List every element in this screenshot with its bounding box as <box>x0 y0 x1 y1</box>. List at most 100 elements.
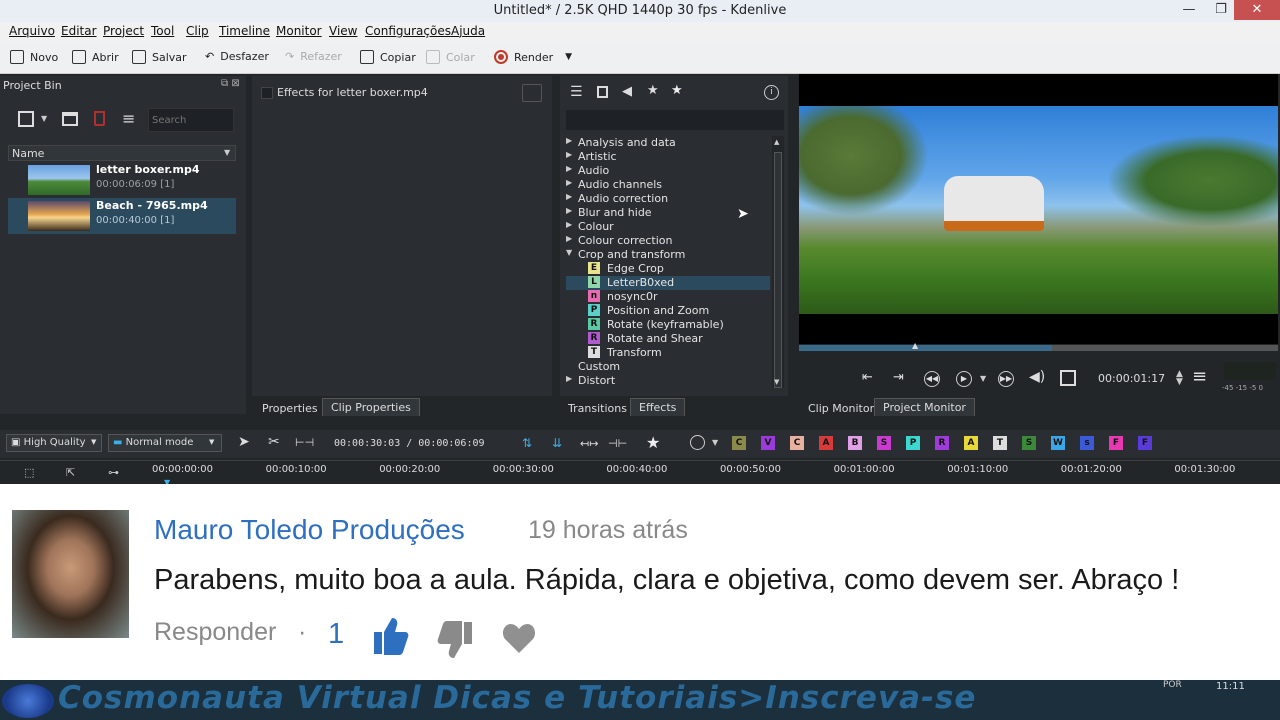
desfazer-button[interactable]: ↶ Desfazer <box>205 50 269 63</box>
menu-arquivo[interactable]: Arquivo <box>9 24 55 38</box>
zoom-fit-icon[interactable]: ⬚ <box>24 466 34 479</box>
effect-tag-icon[interactable]: W <box>1051 436 1065 450</box>
start-orb-icon[interactable] <box>2 684 54 718</box>
bin-clip-row-selected[interactable]: Beach - 7965.mp4 00:00:40:00 [1] <box>8 198 236 234</box>
effect-tag-icon[interactable]: A <box>819 436 833 450</box>
language-indicator[interactable]: POR <box>1163 680 1182 690</box>
quality-select[interactable]: ▣ High Quality ▼ <box>6 434 102 452</box>
expand-icon[interactable]: ▶ <box>566 192 572 201</box>
expand-icon[interactable]: ▶ <box>566 150 572 159</box>
float-close-icons[interactable]: ⧉ ⊠ <box>221 78 240 89</box>
expand-icon[interactable]: ▶ <box>566 164 572 173</box>
effect-category-expanded[interactable]: ▼ Crop and transform <box>566 248 770 262</box>
effect-item[interactable]: n nosync0r <box>566 290 770 304</box>
effect-tag-icon[interactable]: A <box>964 436 978 450</box>
effect-tag-icon[interactable]: R <box>935 436 949 450</box>
scroll-down-icon[interactable]: ▼ <box>774 378 779 386</box>
thumbs-down-icon[interactable] <box>436 620 474 660</box>
play-icon[interactable]: ▶ <box>956 371 972 387</box>
close-button[interactable]: ✕ <box>1234 0 1280 20</box>
menu-monitor[interactable]: Monitor <box>276 24 322 38</box>
favorite-effect-icon[interactable]: ★ <box>646 433 660 452</box>
heart-icon[interactable] <box>502 622 536 654</box>
novo-button[interactable]: Novo <box>10 50 58 64</box>
clock[interactable]: 11:11 <box>1216 681 1245 692</box>
extract-icon[interactable]: ↤↦ <box>580 437 598 450</box>
effect-category[interactable]: ▶ Audio channels <box>566 178 770 192</box>
effect-category[interactable]: ▶ Artistic <box>566 150 770 164</box>
effects-search-input[interactable] <box>566 110 784 130</box>
effect-tag-icon[interactable]: S <box>877 436 891 450</box>
insert-icon[interactable]: ⇅ <box>522 436 532 450</box>
fullscreen-icon[interactable] <box>1060 370 1076 386</box>
dropdown-icon[interactable]: ▼ <box>91 438 96 446</box>
effect-tag-icon[interactable]: F <box>1109 436 1123 450</box>
go-to-start-icon[interactable]: ⇤ <box>862 370 873 385</box>
menu-timeline[interactable]: Timeline <box>219 24 270 38</box>
new-folder-icon[interactable] <box>62 112 78 126</box>
menu-editar[interactable]: Editar <box>61 24 97 38</box>
dropdown-icon[interactable]: ▼ <box>209 438 214 446</box>
rewind-icon[interactable]: ◀◀ <box>924 371 940 387</box>
effect-item-selected[interactable]: L LetterB0xed <box>566 276 770 290</box>
dropdown-icon[interactable]: ▼ <box>565 52 572 62</box>
menu-configuracoes[interactable]: Configurações <box>365 24 451 38</box>
effect-tag-icon[interactable]: C <box>790 436 804 450</box>
effect-category[interactable]: ▶ Audio <box>566 164 770 178</box>
monitor-viewport[interactable] <box>799 74 1278 344</box>
sort-icon[interactable]: ▼ <box>224 148 230 157</box>
abrir-button[interactable]: Abrir <box>72 50 119 64</box>
overwrite-icon[interactable]: ⇊ <box>552 436 562 450</box>
effect-category[interactable]: ▶ Audio correction <box>566 192 770 206</box>
tab-transitions[interactable]: Transitions <box>560 400 635 417</box>
effect-tag-icon[interactable]: C <box>732 436 746 450</box>
scroll-up-icon[interactable]: ▲ <box>774 138 779 146</box>
tab-properties[interactable]: Properties <box>254 400 326 417</box>
tab-project-monitor[interactable]: Project Monitor <box>874 398 975 416</box>
render-button[interactable]: Render ▼ <box>494 50 572 64</box>
bin-column-header[interactable]: Name ▼ <box>8 145 236 161</box>
tab-clip-properties[interactable]: Clip Properties <box>322 398 420 416</box>
effect-category[interactable]: ▶ Colour correction <box>566 234 770 248</box>
effect-tag-icon[interactable]: S <box>1022 436 1036 450</box>
expand-icon[interactable]: ▶ <box>566 374 572 383</box>
scrollbar-thumb[interactable] <box>774 152 782 388</box>
playhead-icon[interactable]: ▲ <box>912 341 918 350</box>
menu-clip[interactable]: Clip <box>186 24 209 38</box>
monitor-timecode[interactable]: 00:00:01:17 <box>1098 372 1165 385</box>
effects-checkbox[interactable] <box>261 87 273 99</box>
collapse-icon[interactable]: ▼ <box>566 248 572 257</box>
menu-project[interactable]: Project <box>103 24 144 38</box>
maximize-button[interactable]: ❐ <box>1206 0 1236 20</box>
go-to-end-icon[interactable]: ⇥ <box>893 370 904 385</box>
expand-icon[interactable]: ▶ <box>566 234 572 243</box>
comment-author[interactable]: Mauro Toledo Produções <box>154 514 465 546</box>
menu-ajuda[interactable]: Ajuda <box>451 24 485 38</box>
effect-item[interactable]: R Rotate and Shear <box>566 332 770 346</box>
info-icon[interactable]: i <box>764 85 779 100</box>
audio-effects-icon[interactable]: ◀ <box>622 84 632 99</box>
monitor-menu-icon[interactable]: ≡ <box>1192 366 1207 387</box>
volume-icon[interactable]: ◀) <box>1029 369 1045 385</box>
effect-category[interactable]: ▶ Analysis and data <box>566 136 770 150</box>
lift-icon[interactable]: ⊣⊢ <box>608 437 627 450</box>
effect-item[interactable]: R Rotate (keyframable) <box>566 318 770 332</box>
list-view-icon[interactable]: ☰ <box>570 84 583 100</box>
effect-tag-icon[interactable]: s <box>1080 436 1094 450</box>
effect-item[interactable]: P Position and Zoom <box>566 304 770 318</box>
timeline-position[interactable]: 00:00:30:03 / 00:00:06:09 <box>334 438 485 449</box>
effect-item[interactable]: T Transform <box>566 346 770 360</box>
effect-category[interactable]: ▶ Distort <box>566 374 770 388</box>
salvar-button[interactable]: Salvar <box>132 50 187 64</box>
expand-icon[interactable]: ▶ <box>566 220 572 229</box>
favorites-icon[interactable]: ★ <box>671 83 683 98</box>
custom-effects-icon[interactable]: ★ <box>647 83 659 98</box>
dropdown-icon[interactable]: ▼ <box>712 438 718 447</box>
effect-category[interactable]: ▶ Colour <box>566 220 770 234</box>
thumbs-up-icon[interactable] <box>372 616 410 656</box>
minimize-button[interactable]: — <box>1174 0 1204 20</box>
razor-all-icon[interactable]: ⊶ <box>108 466 119 479</box>
effect-tag-icon[interactable]: P <box>906 436 920 450</box>
timeline-view-icon[interactable] <box>690 435 705 450</box>
copiar-button[interactable]: Copiar <box>360 50 416 64</box>
